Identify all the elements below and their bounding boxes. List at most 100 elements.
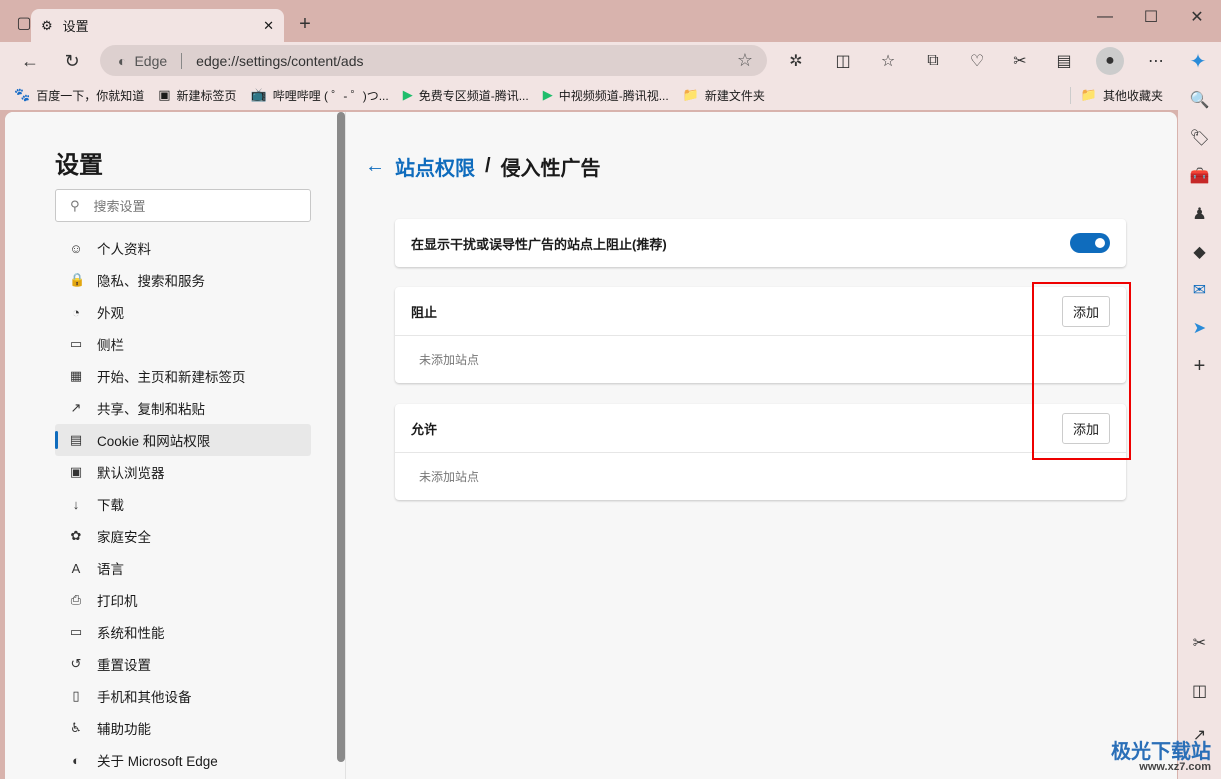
laptop-icon: ▭: [69, 624, 83, 639]
outlook-icon[interactable]: ✉: [1186, 276, 1214, 304]
send-icon[interactable]: ➤: [1186, 314, 1214, 342]
bookmark-bilibili[interactable]: 📺 哔哩哔哩 ( ゜- ゜)つ...: [251, 87, 389, 104]
settings-page: 设置 ⚲ 搜索设置 ☺ 个人资料 🔒 隐私、搜索和服务 ◔ 外观 ▭ 侧栏 ▦ 开始、主页和新建标…: [5, 112, 1177, 779]
sidebar-item-reset[interactable]: ↺ 重置设置: [55, 648, 311, 680]
browser-icon: ▣: [69, 464, 83, 479]
sidebar-toggle-icon[interactable]: ◫: [1186, 677, 1214, 705]
sidebar-icon: ▭: [69, 336, 83, 351]
bookmark-folder[interactable]: 📁 新建文件夹: [683, 87, 765, 104]
settings-title: 设置: [55, 152, 103, 179]
sidebar-item-laptop[interactable]: ▭ 系统和性能: [55, 616, 311, 648]
accessibility-icon: ♿: [70, 720, 82, 735]
new-tab-icon[interactable]: +: [291, 10, 319, 38]
allow-empty-text: 未添加站点: [395, 452, 1126, 500]
download-icon: ↓: [72, 496, 80, 512]
block-ads-toggle[interactable]: [1070, 233, 1110, 253]
phone-icon: ▯: [72, 688, 80, 703]
search-input[interactable]: ⚲ 搜索设置: [55, 189, 311, 222]
favorites-icon[interactable]: ☆: [874, 47, 902, 75]
screenshot-icon[interactable]: ✂: [1006, 47, 1034, 75]
palette-icon: ◔: [72, 304, 80, 320]
bookmark-tencent-mid[interactable]: ▶ 中视频频道-腾讯视...: [543, 87, 669, 104]
sidebar-item-share[interactable]: ↗ 共享、复制和粘贴: [55, 392, 311, 424]
add-icon[interactable]: +: [1186, 352, 1214, 380]
more-icon[interactable]: ⋯: [1142, 47, 1170, 75]
sidebar-item-label: 隐私、搜索和服务: [97, 274, 205, 289]
sidebar-item-language[interactable]: A 语言: [55, 552, 311, 584]
sidebar-item-label: 开始、主页和新建标签页: [97, 370, 246, 385]
sidebar-item-label: 重置设置: [97, 658, 151, 673]
copilot-icon[interactable]: ✦: [1184, 47, 1212, 75]
gear-icon: ⚙: [41, 17, 53, 33]
sidebar-item-label: 关于 Microsoft Edge: [97, 754, 218, 769]
edge-logo-icon: ◐: [118, 52, 127, 69]
browser-essentials-icon[interactable]: ♡: [963, 47, 991, 75]
avatar[interactable]: ●: [1096, 47, 1124, 75]
collections-icon[interactable]: ⧉: [919, 47, 947, 75]
bilibili-icon: 📺: [250, 87, 267, 102]
tools-icon[interactable]: 🧰: [1186, 162, 1214, 190]
office-icon[interactable]: ◆: [1186, 238, 1214, 266]
share-icon: ↗: [70, 400, 82, 415]
sidebar-item-printer[interactable]: ⎙ 打印机: [55, 584, 311, 616]
extensions-icon[interactable]: ✲: [782, 47, 810, 75]
sidebar-item-label: 手机和其他设备: [97, 690, 192, 705]
sidebar-item-sidebar[interactable]: ▭ 侧栏: [55, 328, 311, 360]
watermark-logo: 极光下载站 www.xz7.com: [1111, 741, 1211, 773]
breadcrumb-parent-link[interactable]: 站点权限: [395, 152, 475, 181]
sidebar-item-home[interactable]: ▦ 开始、主页和新建标签页: [55, 360, 311, 392]
bookmark-tencent-free[interactable]: ▶ 免费专区频道-腾讯...: [403, 87, 529, 104]
highlight-box: [1032, 282, 1131, 460]
sidebar-item-profile[interactable]: ☺ 个人资料: [55, 232, 311, 264]
settings-sidebar: 设置 ⚲ 搜索设置 ☺ 个人资料 🔒 隐私、搜索和服务 ◔ 外观 ▭ 侧栏 ▦ 开始、主页和新建标…: [5, 112, 337, 779]
home-icon: ▦: [69, 368, 83, 383]
split-screen-icon[interactable]: ◫: [829, 47, 857, 75]
games-icon[interactable]: ♟: [1186, 200, 1214, 228]
tab-settings[interactable]: ⚙ 设置 ✕: [31, 9, 284, 42]
bookmark-newtab[interactable]: ▣ 新建标签页: [158, 87, 236, 104]
edge-icon: ◐: [72, 752, 80, 768]
sidebar-item-palette[interactable]: ◔ 外观: [55, 296, 311, 328]
printer-icon: ⎙: [70, 592, 82, 607]
toolbar: ← ↻ ◐ Edge edge://settings/content/ads ☆…: [0, 42, 1221, 80]
reset-icon: ↺: [70, 656, 82, 671]
settings-nav: ☺ 个人资料 🔒 隐私、搜索和服务 ◔ 外观 ▭ 侧栏 ▦ 开始、主页和新建标签页 ↗ 共享、复制和粘…: [55, 232, 311, 776]
search-icon[interactable]: 🔍: [1186, 86, 1214, 114]
sidebar-item-family[interactable]: ✿ 家庭安全: [55, 520, 311, 552]
lock-icon: 🔒: [69, 272, 86, 287]
tab-bar: ▢ ⚙ 设置 ✕ + — ☐ ✕: [0, 0, 1221, 42]
reading-view-icon[interactable]: ▤: [1050, 47, 1078, 75]
sidebar-item-label: 辅助功能: [97, 722, 151, 737]
bookmarks-bar: 🐾 百度一下，你就知道 ▣ 新建标签页 📺 哔哩哔哩 ( ゜- ゜)つ... ▶ 免费专…: [0, 80, 1221, 110]
sidebar-item-cookie[interactable]: ▤ Cookie 和网站权限: [55, 424, 311, 456]
sidebar-item-label: 外观: [97, 306, 124, 321]
language-icon: A: [71, 560, 81, 576]
block-empty-text: 未添加站点: [395, 335, 1126, 383]
sidebar-item-download[interactable]: ↓ 下载: [55, 488, 311, 520]
maximize-icon[interactable]: ☐: [1137, 3, 1165, 31]
sidebar-item-label: Cookie 和网站权限: [97, 434, 211, 449]
sidebar-item-label: 打印机: [97, 594, 138, 609]
breadcrumb: ← 站点权限 / 侵入性广告: [365, 152, 601, 181]
sidebar-scrollbar[interactable]: [337, 112, 345, 762]
close-tab-icon[interactable]: ✕: [263, 18, 274, 34]
other-bookmarks[interactable]: 📁 其他收藏夹: [1069, 86, 1163, 104]
sidebar-item-phone[interactable]: ▯ 手机和其他设备: [55, 680, 311, 712]
back-arrow-icon[interactable]: ←: [365, 155, 385, 178]
profile-icon: ☺: [69, 240, 83, 256]
bookmark-baidu[interactable]: 🐾 百度一下，你就知道: [14, 87, 144, 104]
back-icon[interactable]: ←: [16, 47, 44, 75]
close-window-icon[interactable]: ✕: [1183, 3, 1211, 31]
shopping-tag-icon[interactable]: 🏷: [1186, 124, 1214, 152]
address-bar[interactable]: ◐ Edge edge://settings/content/ads ☆: [100, 45, 767, 76]
tencent-video-icon: ▶: [542, 87, 553, 102]
screenshot-icon[interactable]: ✂: [1186, 629, 1214, 657]
sidebar-item-accessibility[interactable]: ♿ 辅助功能: [55, 712, 311, 744]
sidebar-item-browser[interactable]: ▣ 默认浏览器: [55, 456, 311, 488]
refresh-icon[interactable]: ↻: [58, 47, 86, 75]
sidebar-item-label: 侧栏: [97, 338, 124, 353]
sidebar-item-lock[interactable]: 🔒 隐私、搜索和服务: [55, 264, 311, 296]
minimize-icon[interactable]: —: [1091, 3, 1119, 31]
favorite-star-icon[interactable]: ☆: [737, 50, 753, 71]
sidebar-item-edge[interactable]: ◐ 关于 Microsoft Edge: [55, 744, 311, 776]
